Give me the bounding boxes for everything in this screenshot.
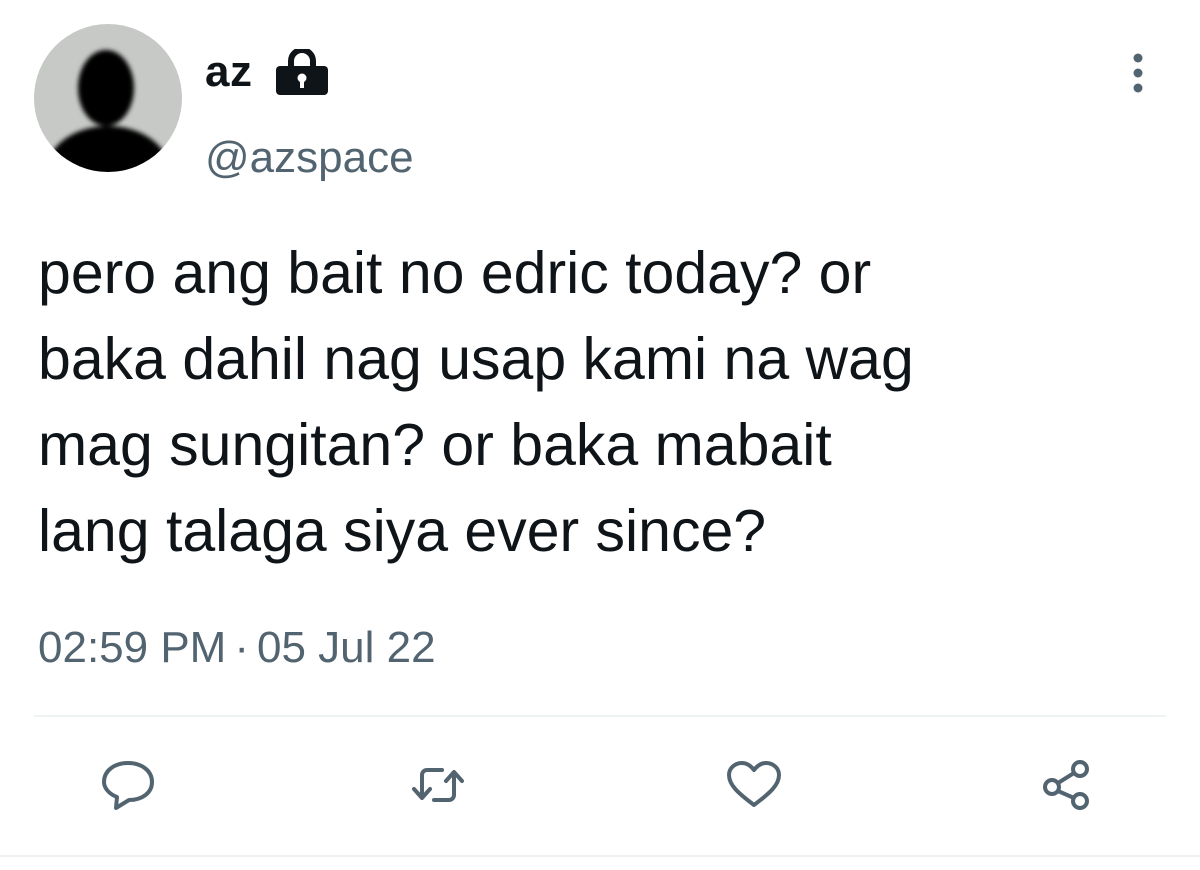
divider <box>0 855 1200 857</box>
tweet-date: 05 Jul 22 <box>257 623 436 672</box>
reply-icon <box>102 761 154 810</box>
default-profile-silhouette-icon <box>46 50 170 172</box>
share-button[interactable] <box>1038 757 1098 813</box>
tweet-time: 02:59 PM <box>38 623 227 672</box>
like-button[interactable] <box>724 757 784 813</box>
user-handle[interactable]: @azspace <box>205 132 414 184</box>
meta-separator: · <box>234 623 249 672</box>
retweet-button[interactable] <box>408 757 468 813</box>
avatar[interactable] <box>34 24 182 172</box>
display-name[interactable]: az <box>205 46 252 98</box>
more-options-button[interactable] <box>1120 52 1156 94</box>
share-icon <box>1043 760 1089 810</box>
lock-icon <box>274 47 330 95</box>
heart-icon <box>727 761 781 807</box>
tweet-text: pero ang bait no edric today? or baka da… <box>38 240 914 564</box>
reply-button[interactable] <box>98 757 158 813</box>
tweet-timestamp[interactable]: 02:59 PM · 05 Jul 22 <box>38 622 436 674</box>
more-vertical-icon <box>1133 53 1143 93</box>
retweet-icon <box>412 768 464 802</box>
divider <box>34 715 1166 717</box>
